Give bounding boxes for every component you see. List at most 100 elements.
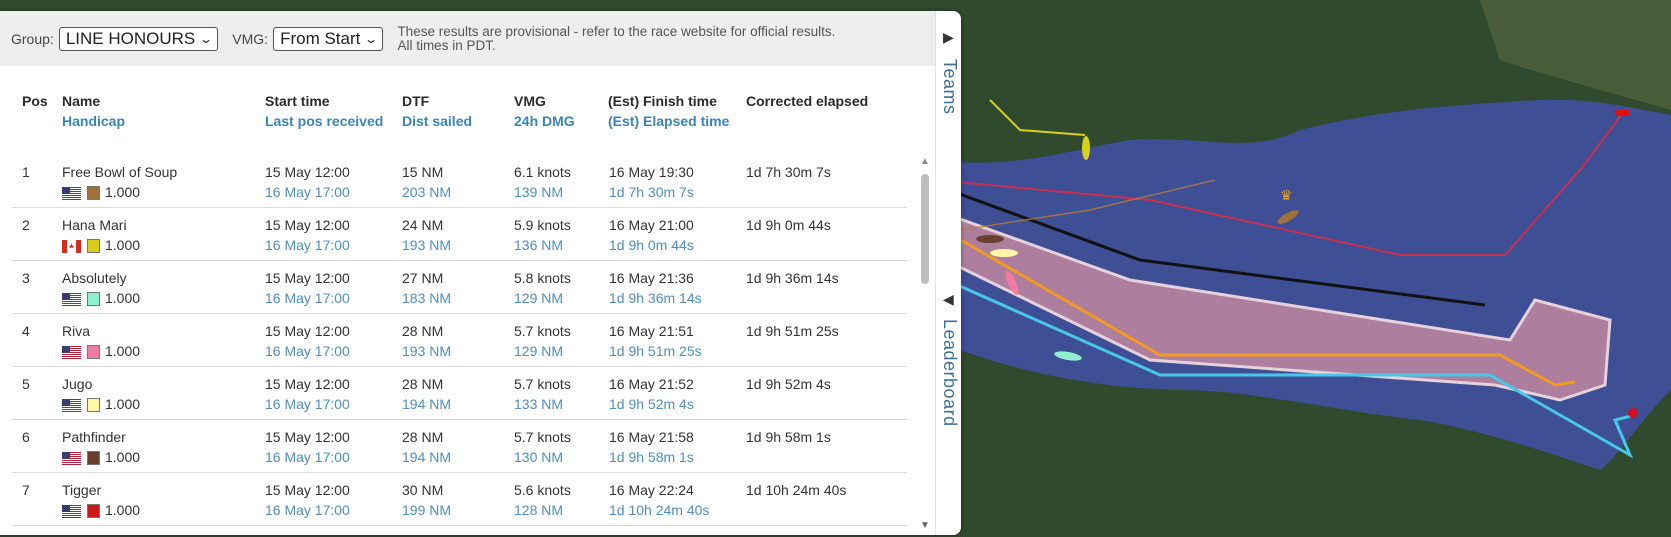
- cell-vmg: 5.7 knots: [514, 429, 571, 445]
- table-row[interactable]: 3 Absolutely 15 May 12:00 16 May 17:00 27 NM…: [12, 260, 907, 314]
- cell-name: Pathfinder: [62, 429, 126, 445]
- cell-start: 15 May 12:00: [265, 482, 350, 498]
- cell-sailed: 199 NM: [402, 502, 452, 518]
- group-label: Group:: [11, 30, 54, 47]
- table-row[interactable]: 6 Pathfinder 15 May 12:00 16 May 17:00 28 NM…: [12, 419, 907, 473]
- results-table: 1 Free Bowl of Soup 15 May 12:00 16 May 17:…: [0, 154, 910, 535]
- cell-corrected: 1d 7h 30m 7s: [746, 164, 831, 180]
- cell-name: Absolutely: [62, 270, 127, 286]
- table-row[interactable]: 1 Free Bowl of Soup 15 May 12:00 16 May 17:…: [12, 154, 907, 208]
- cell-dtf: 28 NM: [402, 376, 444, 392]
- cell-pos: 3: [22, 270, 30, 286]
- cell-vmg: 6.1 knots: [514, 164, 571, 180]
- collapse-leaderboard-arrow-icon[interactable]: ◀: [943, 291, 954, 308]
- cell-vmg: 5.9 knots: [514, 217, 571, 233]
- side-tabs: ▶ Teams ◀ Leaderboard: [935, 11, 961, 535]
- cell-dtf: 30 NM: [402, 482, 444, 498]
- notice-line-1: These results are provisional - refer to…: [397, 23, 836, 39]
- col-dtf[interactable]: DTF Dist sailed: [402, 91, 472, 131]
- cell-dmg: 136 NM: [514, 237, 564, 253]
- group-select-value: LINE HONOURS: [65, 28, 196, 48]
- cell-name: Riva: [62, 323, 91, 339]
- usa-flag-icon: [62, 187, 81, 200]
- usa-flag-icon: [62, 346, 81, 359]
- boat-color-swatch: [87, 345, 100, 359]
- col-pos[interactable]: Pos: [22, 91, 48, 111]
- col-finish[interactable]: (Est) Finish time (Est) Elapsed time: [608, 91, 729, 131]
- notice-line-2: All times in PDT.: [397, 37, 496, 53]
- cell-elapsed: 1d 9h 36m 14s: [609, 290, 702, 306]
- chevron-down-icon: ⌄: [364, 31, 379, 46]
- table-row[interactable]: 7 Tigger 15 May 12:00 16 May 17:00 30 NM 199 …: [12, 472, 907, 526]
- cell-sailed: 194 NM: [402, 449, 452, 465]
- cell-last: 16 May 17:00: [265, 343, 350, 359]
- cell-sailed: 193 NM: [402, 343, 452, 359]
- cell-elapsed: 1d 10h 24m 40s: [609, 502, 710, 518]
- boat-marker-hana-mari: [1082, 136, 1090, 160]
- cell-name: Jugo: [62, 376, 93, 392]
- table-header: Pos Name Handicap Start time Last pos rece…: [0, 91, 920, 141]
- scroll-up-icon[interactable]: ▲: [920, 156, 930, 167]
- scroll-down-icon[interactable]: ▼: [920, 520, 930, 531]
- scroll-thumb[interactable]: [921, 174, 929, 284]
- chevron-down-icon: ⌄: [199, 31, 214, 46]
- cell-finish: 16 May 19:30: [609, 164, 694, 180]
- cell-finish: 16 May 21:58: [609, 429, 694, 445]
- usa-flag-icon: [62, 452, 81, 465]
- vmg-select-value: From Start: [280, 28, 361, 48]
- cell-pos: 6: [22, 429, 30, 445]
- cell-vmg: 5.7 knots: [514, 376, 571, 392]
- cell-handicap: 1.000: [105, 290, 141, 306]
- provisional-notice: These results are provisional - refer to…: [397, 23, 836, 53]
- cell-vmg: 5.7 knots: [514, 323, 571, 339]
- cell-dmg: 139 NM: [514, 184, 564, 200]
- cell-elapsed: 1d 9h 58m 1s: [609, 449, 694, 465]
- cell-corrected: 1d 9h 36m 14s: [746, 270, 839, 286]
- usa-flag-icon: [62, 399, 81, 412]
- cell-dtf: 28 NM: [402, 429, 444, 445]
- tab-teams[interactable]: Teams: [939, 59, 960, 115]
- table-row[interactable]: 5 Jugo 15 May 12:00 16 May 17:00 28 NM 194 NM…: [12, 366, 907, 420]
- cell-start: 15 May 12:00: [265, 217, 350, 233]
- cell-handicap: 1.000: [105, 184, 141, 200]
- cell-start: 15 May 12:00: [265, 376, 350, 392]
- cell-elapsed: 1d 9h 52m 4s: [609, 396, 694, 412]
- vmg-label: VMG:: [232, 30, 269, 47]
- cell-name: Hana Mari: [62, 217, 127, 233]
- col-start[interactable]: Start time Last pos received: [265, 91, 383, 131]
- table-row[interactable]: 2 Hana Mari 15 May 12:00 16 May 17:00 24 NM 1…: [12, 207, 907, 261]
- cell-start: 15 May 12:00: [265, 270, 350, 286]
- vmg-select[interactable]: From Start ⌄: [273, 26, 384, 51]
- cell-pos: 4: [22, 323, 30, 339]
- results-scrollbar[interactable]: ▲ ▼: [918, 154, 931, 535]
- table-row[interactable]: 4 Riva 15 May 12:00 16 May 17:00 28 NM 193 NM…: [12, 313, 907, 367]
- boat-marker-jugo: [990, 249, 1018, 257]
- cell-last: 16 May 17:00: [265, 502, 350, 518]
- cell-vmg: 5.6 knots: [514, 482, 571, 498]
- col-corrected[interactable]: Corrected elapsed: [746, 91, 868, 111]
- tab-leaderboard[interactable]: Leaderboard: [939, 319, 960, 427]
- cell-start: 15 May 12:00: [265, 323, 350, 339]
- cell-finish: 16 May 21:52: [609, 376, 694, 392]
- expand-teams-arrow-icon[interactable]: ▶: [943, 29, 954, 46]
- cell-last: 16 May 17:00: [265, 290, 350, 306]
- cell-elapsed: 1d 9h 51m 25s: [609, 343, 702, 359]
- canada-flag-icon: [62, 240, 81, 253]
- cell-corrected: 1d 10h 24m 40s: [746, 482, 847, 498]
- boat-color-swatch: [87, 239, 100, 253]
- cell-dmg: 133 NM: [514, 396, 564, 412]
- boat-color-swatch: [87, 504, 100, 518]
- cell-start: 15 May 12:00: [265, 429, 350, 445]
- col-name[interactable]: Name Handicap: [62, 91, 125, 131]
- col-vmg[interactable]: VMG 24h DMG: [514, 91, 575, 131]
- cell-pos: 1: [22, 164, 30, 180]
- cell-dmg: 129 NM: [514, 343, 564, 359]
- cell-last: 16 May 17:00: [265, 396, 350, 412]
- cell-last: 16 May 17:00: [265, 449, 350, 465]
- cell-pos: 5: [22, 376, 30, 392]
- cell-sailed: 194 NM: [402, 396, 452, 412]
- group-select[interactable]: LINE HONOURS ⌄: [58, 26, 219, 51]
- cell-dmg: 128 NM: [514, 502, 564, 518]
- cell-handicap: 1.000: [105, 396, 141, 412]
- usa-flag-icon: [62, 505, 81, 518]
